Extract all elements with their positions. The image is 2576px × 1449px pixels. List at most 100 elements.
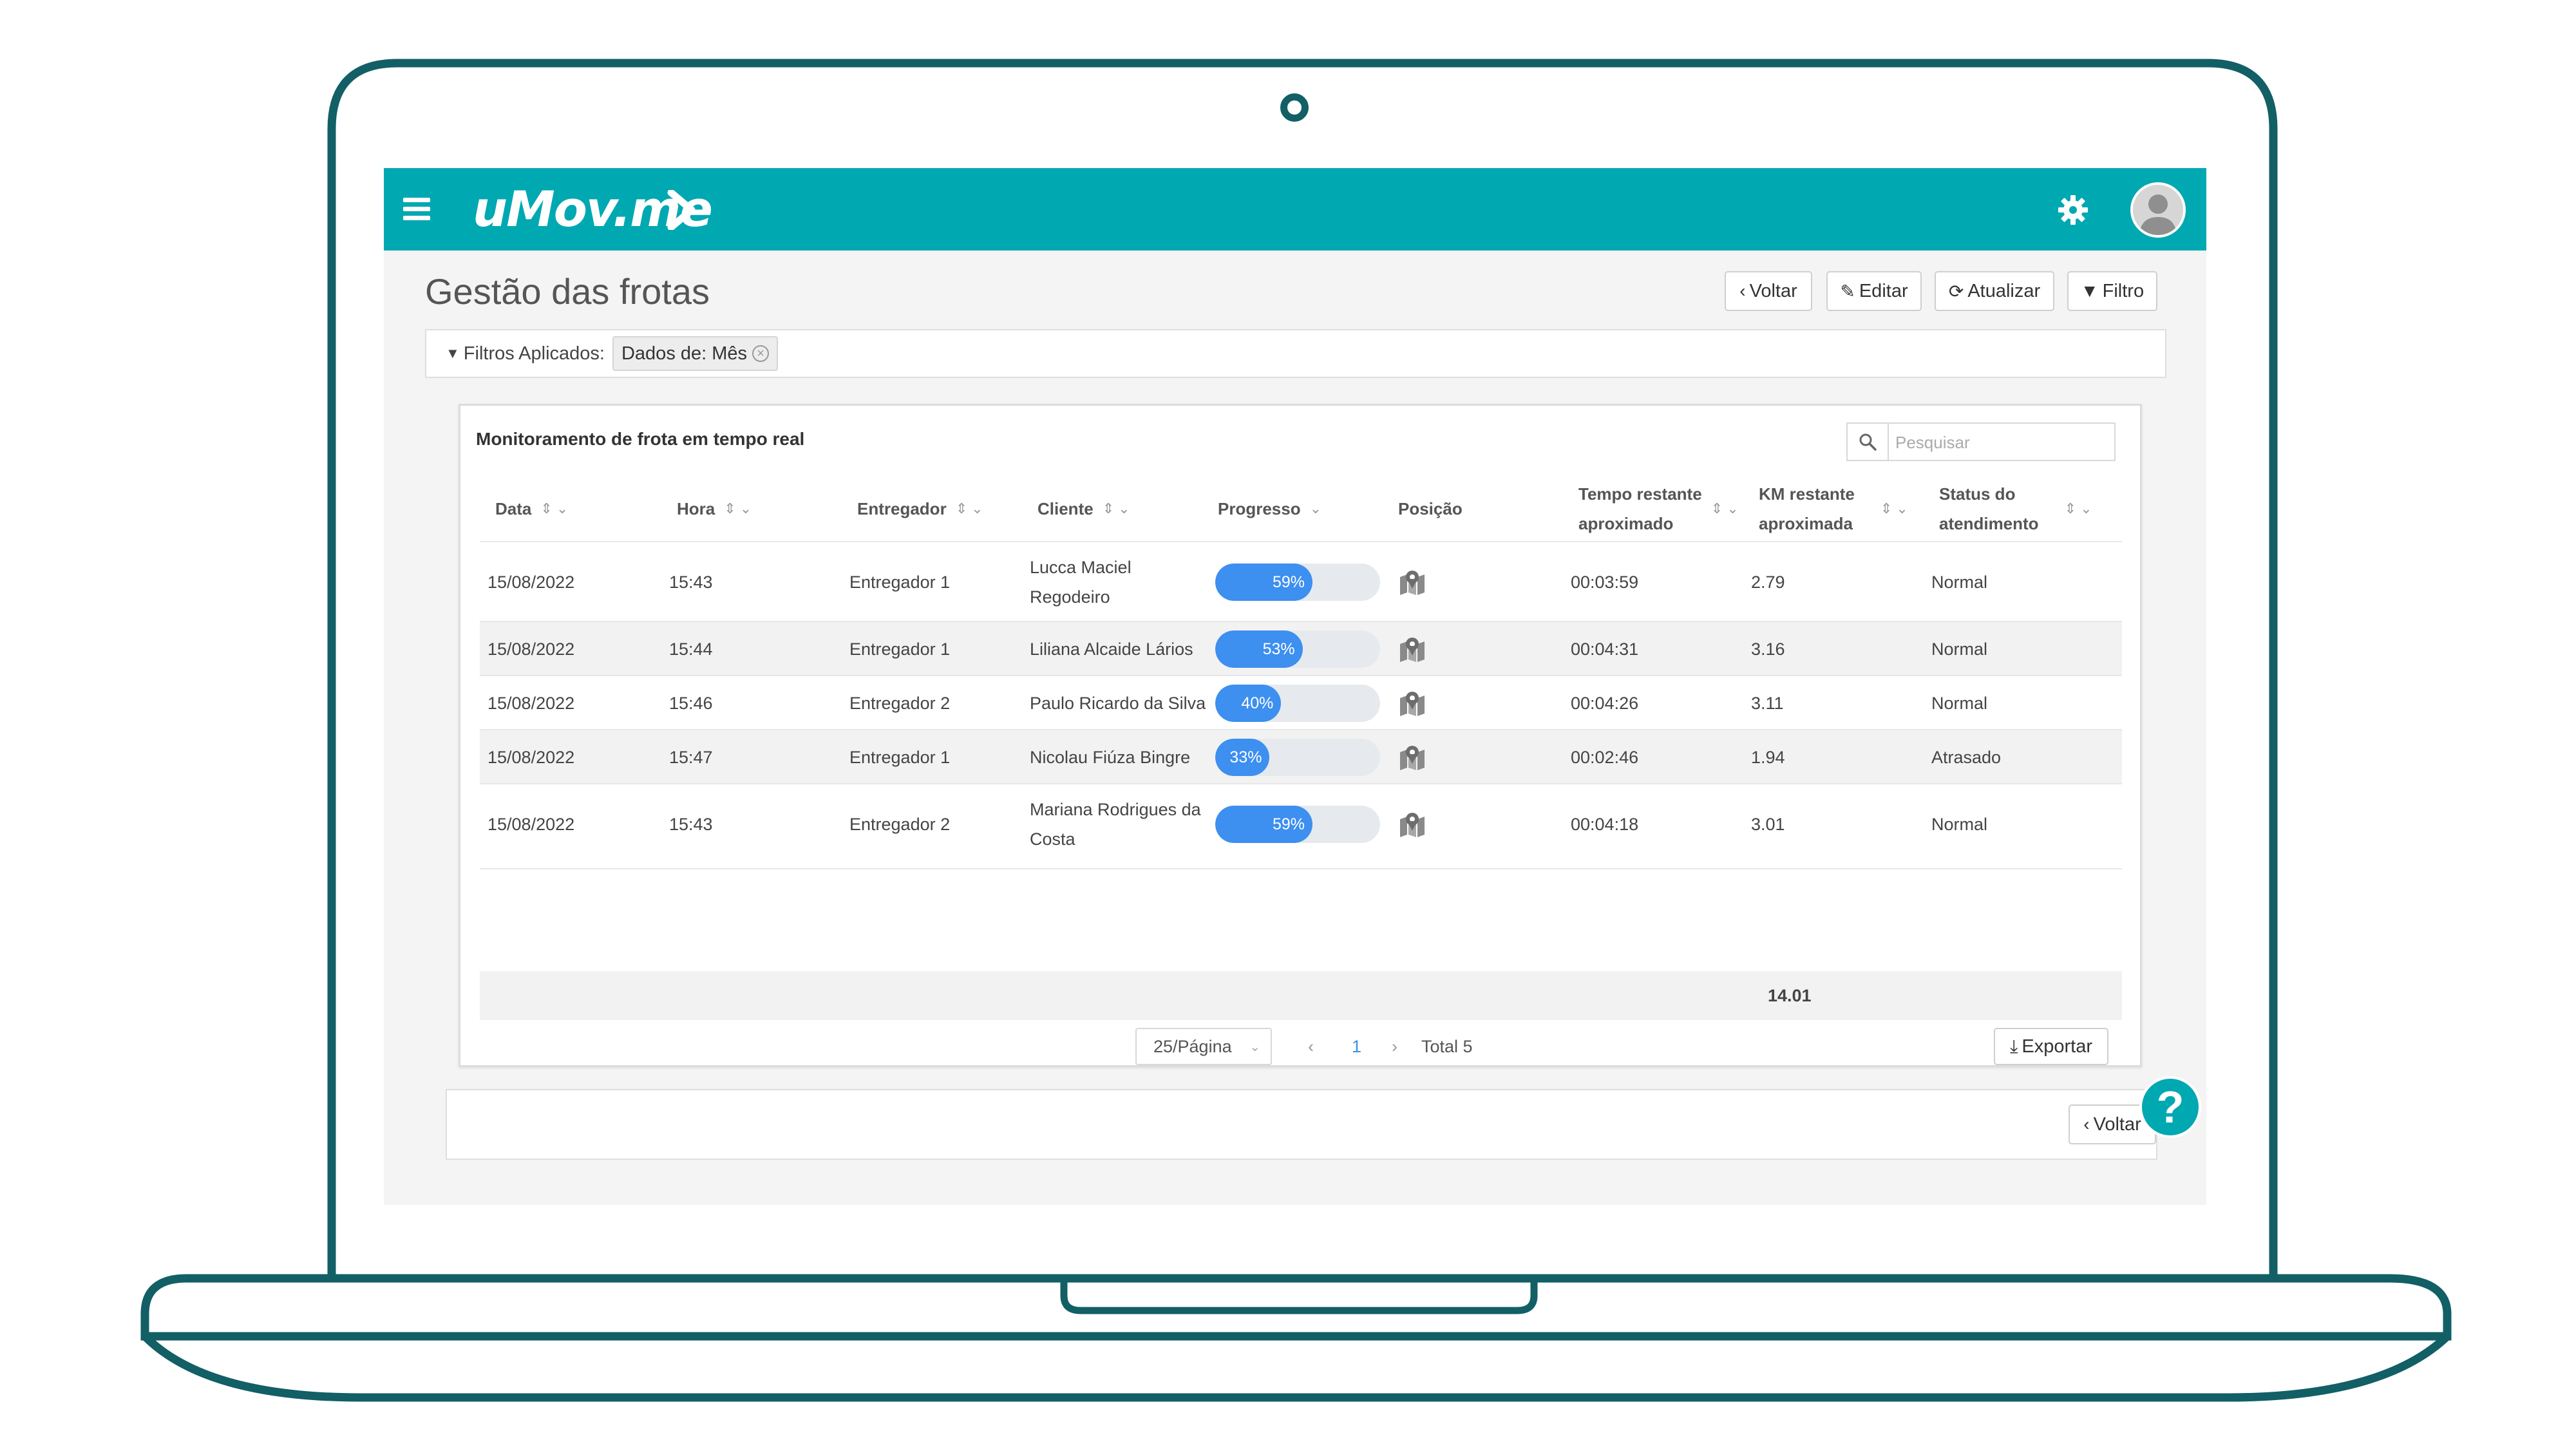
search-icon <box>1848 424 1889 460</box>
column-header-posicao: Posição <box>1398 499 1463 518</box>
map-location-icon[interactable] <box>1399 636 1426 662</box>
progress-bar: 33% <box>1215 739 1380 776</box>
cell-km: 2.79 <box>1751 573 1785 592</box>
map-location-icon[interactable] <box>1399 569 1426 595</box>
cell-hora: 15:43 <box>669 573 713 592</box>
column-header-cliente[interactable]: Cliente ⇕ ⌄ <box>1037 477 1130 541</box>
sort-icon[interactable]: ⇕ ⌄ <box>956 494 983 524</box>
progress-bar-fill: 40% <box>1215 685 1282 722</box>
cell-entregador: Entregador 1 <box>849 748 951 767</box>
column-header-km-restante[interactable]: KM restante aproximada ⇕ ⌄ <box>1759 477 1908 541</box>
cell-data: 15/08/2022 <box>488 639 575 659</box>
settings-gear-icon[interactable] <box>2057 194 2089 226</box>
column-header-tempo-restante[interactable]: Tempo restante aproximado ⇕ ⌄ <box>1578 477 1739 541</box>
table-row[interactable]: 15/08/2022 15:43 Entregador 1 00:03:59 2.79 N… <box>480 541 2122 622</box>
cell-status: Normal <box>1931 815 1988 834</box>
remove-filter-icon[interactable]: × <box>752 345 770 362</box>
sort-icon[interactable]: ⇕ ⌄ <box>1880 494 1908 524</box>
page-size-select[interactable]: 25/Página ⌄ <box>1135 1028 1272 1065</box>
footer-actions-card: ‹ Voltar <box>446 1089 2157 1160</box>
previous-page-icon[interactable]: ‹ <box>1308 1028 1314 1065</box>
cell-cliente: Nicolau Fiúza Bingre <box>1030 748 1191 767</box>
funnel-icon: ▼ <box>446 345 460 361</box>
refresh-button[interactable]: ⟳ Atualizar <box>1935 271 2054 311</box>
cell-tempo: 00:04:18 <box>1571 815 1639 834</box>
applied-filters-label: Filtros Aplicados: <box>463 343 605 364</box>
cell-km: 3.11 <box>1751 694 1784 713</box>
cell-hora: 15:43 <box>669 815 713 834</box>
sort-icon[interactable]: ⇕ ⌄ <box>1711 494 1739 524</box>
column-header-hora[interactable]: Hora ⇕ ⌄ <box>677 477 752 541</box>
edit-button[interactable]: ✎ Editar <box>1826 271 1922 311</box>
cell-entregador: Entregador 1 <box>849 573 951 592</box>
cell-cliente: Paulo Ricardo da Silva <box>1030 694 1206 713</box>
sort-icon[interactable]: ⇕ ⌄ <box>724 494 752 524</box>
total-count: Total 5 <box>1421 1036 1473 1056</box>
cell-tempo: 00:02:46 <box>1571 748 1639 767</box>
table-row[interactable]: 15/08/2022 15:44 Entregador 1 00:04:31 3.16 N… <box>480 621 2122 676</box>
applied-filters-bar: ▼ Filtros Aplicados: Dados de: Mês × <box>425 329 2166 378</box>
cell-data: 15/08/2022 <box>488 815 575 834</box>
app-screen: uMov.me Gestão das frotas ‹ Voltar ✎ Edi… <box>384 168 2206 1205</box>
cell-km: 3.01 <box>1751 815 1785 834</box>
app-logo[interactable]: uMov.me <box>473 181 713 238</box>
funnel-icon: ▼ <box>2080 281 2099 301</box>
pagination-bar: 25/Página ⌄ ‹ 1 › Total 5 ⤓ Exportar <box>460 1020 2144 1065</box>
progress-bar: 53% <box>1215 630 1380 668</box>
search-box[interactable] <box>1846 422 2116 461</box>
sort-icon[interactable]: ⇕ ⌄ <box>2065 494 2092 524</box>
cell-status: Normal <box>1931 573 1988 592</box>
map-location-icon[interactable] <box>1399 811 1426 837</box>
sort-icon[interactable]: ⌄ <box>1310 494 1321 524</box>
column-header-data[interactable]: Data ⇕ ⌄ <box>495 477 568 541</box>
progress-bar-fill: 59% <box>1215 806 1313 843</box>
download-icon: ⤓ <box>2010 1036 2018 1056</box>
filter-button[interactable]: ▼ Filtro <box>2067 271 2157 311</box>
sort-icon[interactable]: ⇕ ⌄ <box>1103 494 1130 524</box>
column-header-progresso[interactable]: Progresso ⌄ <box>1218 477 1321 541</box>
cell-status: Normal <box>1931 694 1988 713</box>
cell-cliente: Lucca Maciel Regodeiro <box>1030 558 1132 607</box>
hamburger-menu-icon[interactable] <box>403 198 430 221</box>
km-total: 14.01 <box>1768 985 1812 1005</box>
chevron-left-icon: ‹ <box>2083 1114 2090 1134</box>
cell-data: 15/08/2022 <box>488 694 575 713</box>
cell-cliente: Liliana Alcaide Lários <box>1030 639 1193 659</box>
sort-icon[interactable]: ⇕ ⌄ <box>540 494 568 524</box>
cell-data: 15/08/2022 <box>488 573 575 592</box>
camera-icon <box>1280 93 1309 122</box>
cell-tempo: 00:04:26 <box>1571 694 1639 713</box>
column-header-entregador[interactable]: Entregador ⇕ ⌄ <box>857 477 983 541</box>
search-input[interactable] <box>1894 429 2109 456</box>
table-row[interactable]: 15/08/2022 15:43 Entregador 2 00:04:18 3.01 N… <box>480 783 2122 864</box>
back-button[interactable]: ‹ Voltar <box>1725 271 1812 311</box>
progress-bar: 40% <box>1215 685 1380 722</box>
cell-status: Normal <box>1931 639 1988 659</box>
cell-status: Atrasado <box>1931 748 2002 767</box>
column-header-status[interactable]: Status do atendimento ⇕ ⌄ <box>1939 477 2092 541</box>
cell-entregador: Entregador 2 <box>849 694 951 713</box>
table-bottom-divider <box>480 868 2122 869</box>
cell-tempo: 00:03:59 <box>1571 573 1639 592</box>
table-row[interactable]: 15/08/2022 15:46 Entregador 2 00:04:26 3.11 N… <box>480 675 2122 730</box>
refresh-icon: ⟳ <box>1948 281 1964 301</box>
cell-cliente: Mariana Rodrigues da Costa <box>1030 800 1201 849</box>
export-button[interactable]: ⤓ Exportar <box>1994 1028 2108 1065</box>
logo-chevron-icon <box>667 190 696 230</box>
progress-bar-fill: 53% <box>1215 630 1303 668</box>
cell-entregador: Entregador 1 <box>849 639 951 659</box>
cell-tempo: 00:04:31 <box>1571 639 1639 659</box>
user-avatar[interactable] <box>2130 182 2186 238</box>
cell-km: 1.94 <box>1751 748 1785 767</box>
table-row[interactable]: 15/08/2022 15:47 Entregador 1 00:02:46 1.94 A… <box>480 729 2122 784</box>
top-navigation-bar: uMov.me <box>384 168 2206 251</box>
current-page[interactable]: 1 <box>1352 1028 1361 1065</box>
help-button[interactable]: ? <box>2139 1076 2201 1138</box>
fleet-monitoring-panel: Monitoramento de frota em tempo real Dat… <box>459 404 2142 1067</box>
map-location-icon[interactable] <box>1399 744 1426 770</box>
next-page-icon[interactable]: › <box>1392 1028 1397 1065</box>
filter-chip[interactable]: Dados de: Mês × <box>612 336 779 371</box>
map-location-icon[interactable] <box>1399 690 1426 716</box>
cell-hora: 15:47 <box>669 748 713 767</box>
cell-entregador: Entregador 2 <box>849 815 951 834</box>
